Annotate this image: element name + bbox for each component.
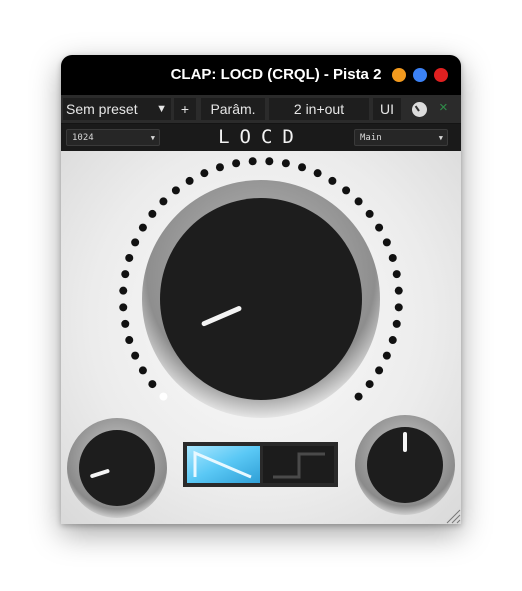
level-dot	[354, 197, 363, 206]
preset-dropdown[interactable]: Sem preset ▼	[63, 98, 171, 120]
level-dot	[392, 319, 401, 328]
level-dot	[215, 163, 224, 172]
block-size-select[interactable]: 1024 ▼	[66, 129, 160, 146]
level-dot	[138, 366, 147, 375]
level-dot	[159, 392, 168, 401]
level-dot	[313, 169, 322, 178]
level-dot	[388, 336, 397, 345]
level-dot	[394, 303, 403, 312]
title-bar[interactable]: CLAP: LOCD (CRQL) - Pista 2	[61, 55, 461, 95]
level-dot	[121, 270, 130, 279]
level-dot	[248, 157, 257, 166]
level-dot	[232, 159, 241, 168]
level-dot	[342, 186, 351, 195]
level-dot	[131, 351, 140, 360]
level-dot	[131, 238, 140, 247]
level-dot	[121, 319, 130, 328]
level-dot	[265, 157, 274, 166]
plugin-header: 1024 ▼ LOCD Main ▼	[61, 124, 461, 151]
level-dot	[394, 286, 403, 295]
level-dot	[375, 223, 384, 232]
block-size-value: 1024	[72, 133, 94, 143]
preset-label: Sem preset	[66, 101, 138, 117]
level-dot	[365, 209, 374, 218]
add-preset-button[interactable]: +	[174, 98, 196, 120]
level-dot	[328, 176, 337, 185]
maximize-button[interactable]	[413, 68, 427, 82]
plugin-window: CLAP: LOCD (CRQL) - Pista 2 Sem preset ▼…	[61, 55, 461, 524]
close-button[interactable]	[434, 68, 448, 82]
level-dot	[388, 253, 397, 262]
left-knob[interactable]	[67, 418, 167, 518]
level-dot	[392, 270, 401, 279]
params-button[interactable]: Parâm.	[201, 98, 265, 120]
level-dot	[200, 169, 209, 178]
level-dot	[148, 380, 157, 389]
level-dot	[365, 380, 374, 389]
mode-step-button[interactable]	[263, 446, 334, 483]
level-dot	[382, 351, 391, 360]
level-dot	[298, 163, 307, 172]
io-button[interactable]: 2 in+out	[269, 98, 369, 120]
routing-value: Main	[360, 133, 382, 143]
level-dot	[119, 303, 128, 312]
controls-canvas	[67, 157, 461, 524]
level-dot	[382, 238, 391, 247]
chevron-down-icon: ▼	[156, 103, 167, 115]
right-knob[interactable]	[355, 415, 455, 515]
level-dot	[148, 209, 157, 218]
knob-icon[interactable]	[412, 102, 427, 117]
level-dot	[138, 223, 147, 232]
level-dot	[125, 336, 134, 345]
mode-sawtooth-button[interactable]	[187, 446, 260, 483]
level-dot	[281, 159, 290, 168]
level-dot	[159, 197, 168, 206]
chevron-down-icon: ▼	[150, 134, 155, 142]
wave-mode-selector	[183, 442, 338, 487]
chevron-down-icon: ▼	[438, 134, 443, 142]
host-toolbar: Sem preset ▼ + Parâm. 2 in+out UI ×	[61, 95, 461, 124]
close-icon[interactable]: ×	[439, 98, 448, 118]
level-dot	[375, 366, 384, 375]
level-dot	[171, 186, 180, 195]
plugin-logo: LOCD	[218, 126, 304, 148]
level-dot	[125, 253, 134, 262]
main-knob[interactable]	[142, 180, 380, 418]
minimize-button[interactable]	[392, 68, 406, 82]
routing-select[interactable]: Main ▼	[354, 129, 448, 146]
level-dot	[354, 392, 363, 401]
resize-grip[interactable]	[446, 509, 461, 524]
level-dot	[185, 176, 194, 185]
level-dot	[119, 286, 128, 295]
ui-button[interactable]: UI	[373, 98, 401, 120]
plugin-panel	[61, 151, 461, 524]
